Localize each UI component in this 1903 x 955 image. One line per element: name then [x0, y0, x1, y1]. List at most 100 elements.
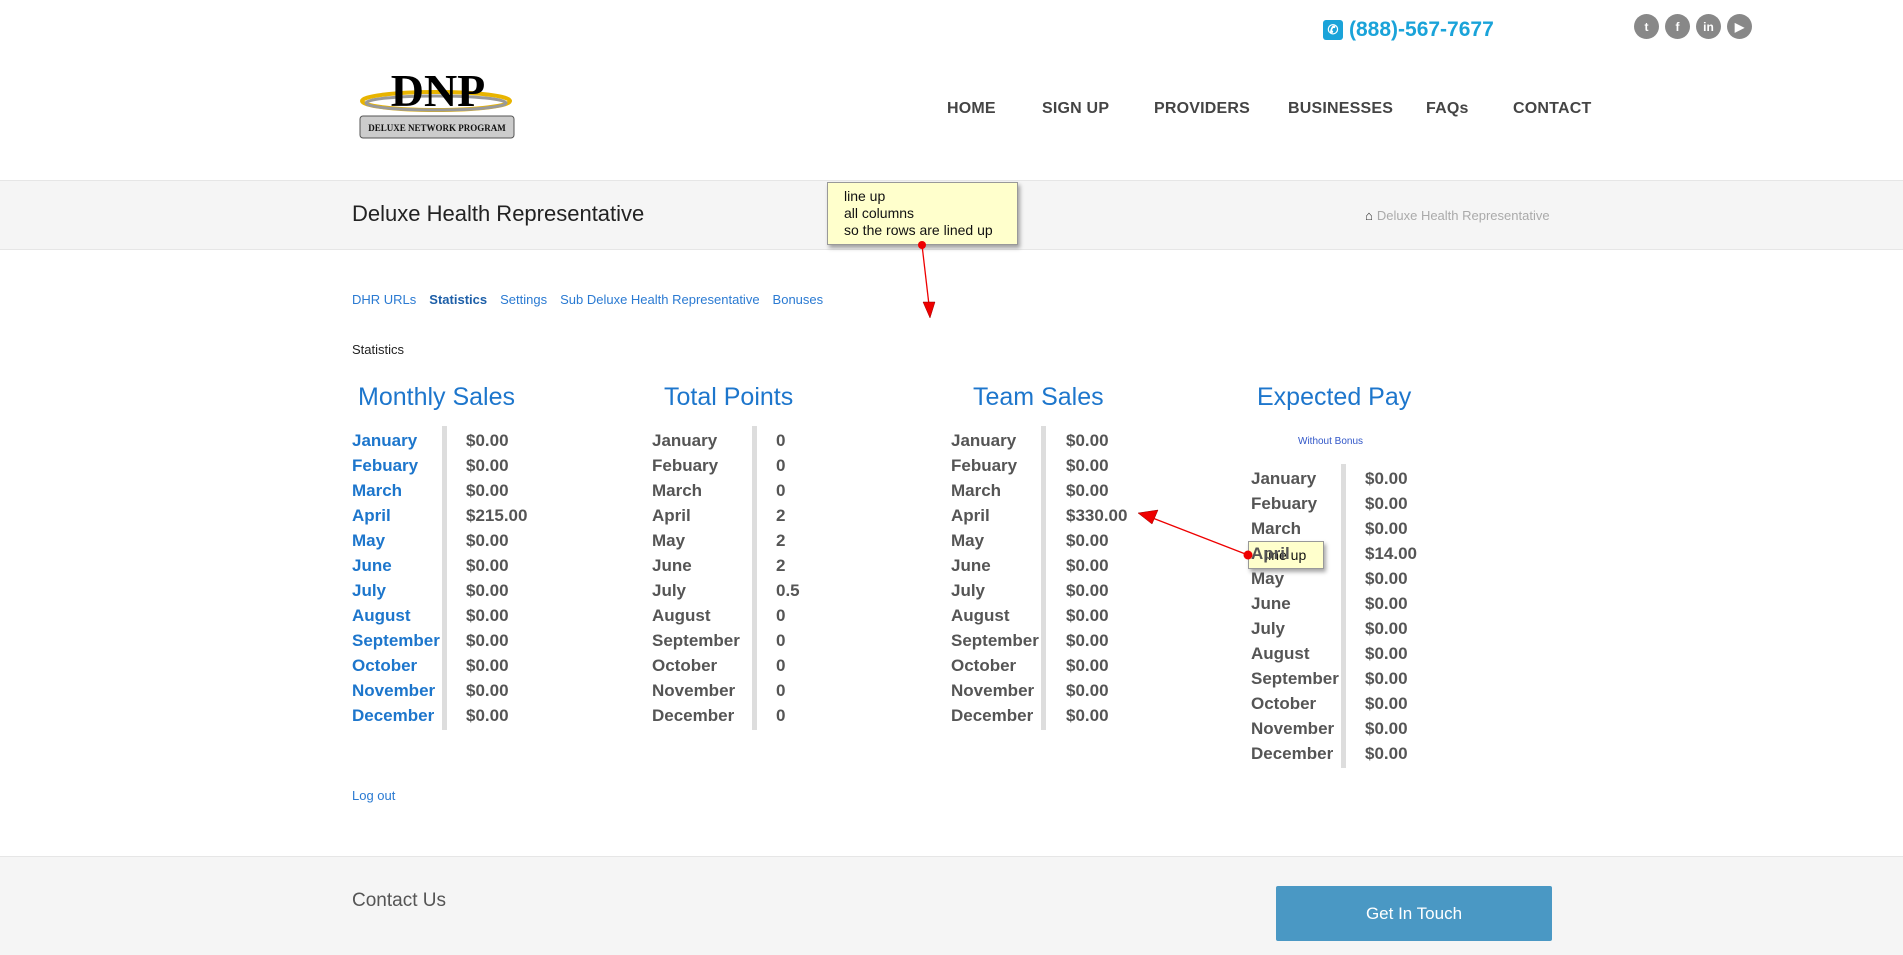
month-label: Febuary [352, 456, 419, 475]
month-value: $0.00 [1365, 644, 1408, 663]
month-label: March [1251, 519, 1302, 538]
youtube-icon[interactable]: ▶ [1727, 14, 1752, 39]
month-value: 0 [776, 481, 786, 500]
month-value: 0.5 [776, 581, 800, 600]
month-value: $0.00 [466, 656, 509, 675]
month-value: $0.00 [1365, 619, 1408, 638]
month-label: December [652, 706, 735, 725]
month-value: 2 [776, 556, 786, 575]
tab-statistics[interactable]: Statistics [429, 292, 487, 307]
month-value: 0 [776, 431, 786, 450]
month-label: June [352, 556, 392, 575]
month-value: $0.00 [1365, 494, 1408, 513]
month-label: October [652, 656, 718, 675]
month-label: September [1251, 669, 1339, 688]
logout-link[interactable]: Log out [352, 788, 395, 803]
month-value: $0.00 [1365, 594, 1408, 613]
month-label: September [352, 631, 440, 650]
month-value: $0.00 [1066, 556, 1109, 575]
month-label: November [951, 681, 1035, 700]
tab-settings[interactable]: Settings [500, 292, 547, 307]
month-label: August [652, 606, 711, 625]
month-label: December [951, 706, 1034, 725]
month-label: December [1251, 744, 1334, 763]
month-label: August [352, 606, 411, 625]
month-label: May [352, 531, 386, 550]
nav-sign-up[interactable]: SIGN UP [1042, 100, 1109, 118]
month-label: June [1251, 594, 1291, 613]
column-divider [1341, 464, 1346, 768]
month-label: April [951, 506, 990, 525]
nav-faqs[interactable]: FAQs [1426, 100, 1469, 118]
facebook-icon[interactable]: f [1665, 14, 1690, 39]
month-value: $330.00 [1066, 506, 1128, 525]
month-value: $0.00 [466, 581, 509, 600]
month-label: July [951, 581, 986, 600]
month-label: Febuary [951, 456, 1018, 475]
month-label: August [1251, 644, 1310, 663]
month-value: $0.00 [1365, 694, 1408, 713]
month-value: $0.00 [1365, 669, 1408, 688]
month-label: September [951, 631, 1039, 650]
month-label: December [352, 706, 435, 725]
nav-providers[interactable]: PROVIDERS [1154, 100, 1250, 118]
month-label: January [352, 431, 418, 450]
month-value: $14.00 [1365, 544, 1417, 563]
month-label: July [352, 581, 387, 600]
month-label: March [652, 481, 703, 500]
annotation-note: line up all columns so the rows are line… [827, 182, 1018, 245]
month-label: November [352, 681, 436, 700]
month-label: Febuary [1251, 494, 1318, 513]
month-value: $0.00 [466, 431, 509, 450]
logo[interactable]: DNP DELUXE NETWORK PROGRAM [358, 65, 518, 140]
month-label: Febuary [652, 456, 719, 475]
month-value: 0 [776, 456, 786, 475]
month-value: $0.00 [466, 606, 509, 625]
month-value: 0 [776, 606, 786, 625]
month-label: January [652, 431, 718, 450]
column-divider [442, 426, 447, 730]
nav-contact[interactable]: CONTACT [1513, 100, 1591, 118]
twitter-icon[interactable]: t [1634, 14, 1659, 39]
column-divider [1041, 426, 1046, 730]
team-sales-heading: Team Sales [973, 383, 1104, 411]
month-value: $0.00 [1365, 744, 1408, 763]
month-label: August [951, 606, 1010, 625]
month-value: $0.00 [1365, 519, 1408, 538]
page-title: Deluxe Health Representative [352, 201, 645, 226]
month-value: 2 [776, 531, 786, 550]
month-value: $0.00 [466, 556, 509, 575]
nav-businesses[interactable]: BUSINESSES [1288, 100, 1393, 118]
tab-bonuses[interactable]: Bonuses [773, 292, 824, 307]
tab-sub-dhr[interactable]: Sub Deluxe Health Representative [560, 292, 759, 307]
month-label: April [652, 506, 691, 525]
home-icon[interactable]: ⌂ [1365, 208, 1373, 223]
nav-home[interactable]: HOME [947, 100, 996, 118]
month-value: $0.00 [1066, 431, 1109, 450]
linkedin-icon[interactable]: in [1696, 14, 1721, 39]
month-label: June [951, 556, 991, 575]
phone-icon: ✆ [1323, 20, 1343, 40]
month-label: July [652, 581, 687, 600]
column-divider [752, 426, 757, 730]
month-value: $0.00 [1066, 706, 1109, 725]
breadcrumb-current: Deluxe Health Representative [1376, 208, 1550, 223]
month-value: $0.00 [1365, 719, 1408, 738]
month-value: $0.00 [466, 481, 509, 500]
month-label: January [951, 431, 1017, 450]
month-label: April [1251, 544, 1290, 563]
month-value: 0 [776, 656, 786, 675]
get-in-touch-button[interactable]: Get In Touch [1276, 886, 1552, 941]
month-label: October [951, 656, 1017, 675]
month-label: May [1251, 569, 1285, 588]
month-value: 0 [776, 706, 786, 725]
month-label: May [652, 531, 686, 550]
stats-tabs: DHR URLs Statistics Settings Sub Deluxe … [352, 292, 823, 307]
phone-number[interactable]: ✆ (888)-567-7677 [1323, 18, 1494, 42]
month-value: $0.00 [466, 456, 509, 475]
month-label: June [652, 556, 692, 575]
svg-text:DELUXE NETWORK PROGRAM: DELUXE NETWORK PROGRAM [368, 123, 506, 133]
month-label: November [652, 681, 736, 700]
tab-dhr-urls[interactable]: DHR URLs [352, 292, 416, 307]
month-value: $0.00 [1066, 606, 1109, 625]
